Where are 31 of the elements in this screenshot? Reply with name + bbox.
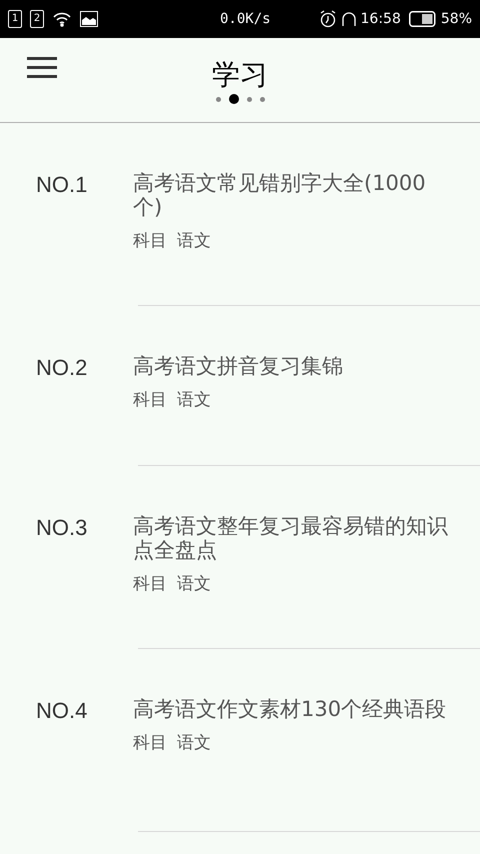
image-icon — [80, 11, 98, 27]
subject-label: 科目 — [133, 389, 167, 412]
sim-card-icon: 2 — [30, 10, 44, 28]
alarm-clock-icon — [318, 10, 337, 28]
battery-icon — [408, 11, 437, 27]
menu-icon[interactable] — [27, 57, 57, 79]
article-title: 高考语文拼音复习集锦 — [133, 354, 344, 378]
rank-label: NO.2 — [35, 354, 88, 382]
sim-card-icon: 1 — [8, 10, 22, 28]
rank-label: NO.4 — [35, 697, 88, 725]
subject-label: 科目 — [133, 230, 167, 253]
network-speed: 0.0K/s — [220, 10, 271, 28]
list-item[interactable]: NO.4 高考语文作文素材130个经典语段 科目 语文 — [0, 649, 480, 831]
list-item[interactable]: NO.2 高考语文拼音复习集锦 科目 语文 — [0, 306, 480, 465]
subject-label: 科目 — [133, 732, 167, 755]
subject-value: 语文 — [177, 230, 211, 253]
page-title: 学习 — [212, 58, 268, 92]
battery-percent: 58% — [440, 10, 472, 28]
list-item[interactable]: NO.1 高考语文常见错别字大全(1000个) 科目 语文 — [0, 123, 480, 305]
article-title: 高考语文常见错别字大全(1000个) — [133, 171, 427, 219]
article-title: 高考语文作文素材130个经典语段 — [133, 697, 448, 721]
clock-time: 16:58 — [360, 10, 401, 28]
subject-value: 语文 — [177, 732, 211, 755]
article-title: 高考语文整年复习最容易错的知识点全盘点 — [133, 514, 449, 562]
wifi-icon — [52, 11, 72, 27]
list-item[interactable]: NO.3 高考语文整年复习最容易错的知识点全盘点 科目 语文 — [0, 466, 480, 648]
rank-label: NO.1 — [35, 171, 88, 199]
subject-value: 语文 — [177, 389, 211, 412]
subject-value: 语文 — [177, 573, 211, 596]
subject-label: 科目 — [133, 573, 167, 596]
rank-label: NO.3 — [35, 514, 88, 542]
